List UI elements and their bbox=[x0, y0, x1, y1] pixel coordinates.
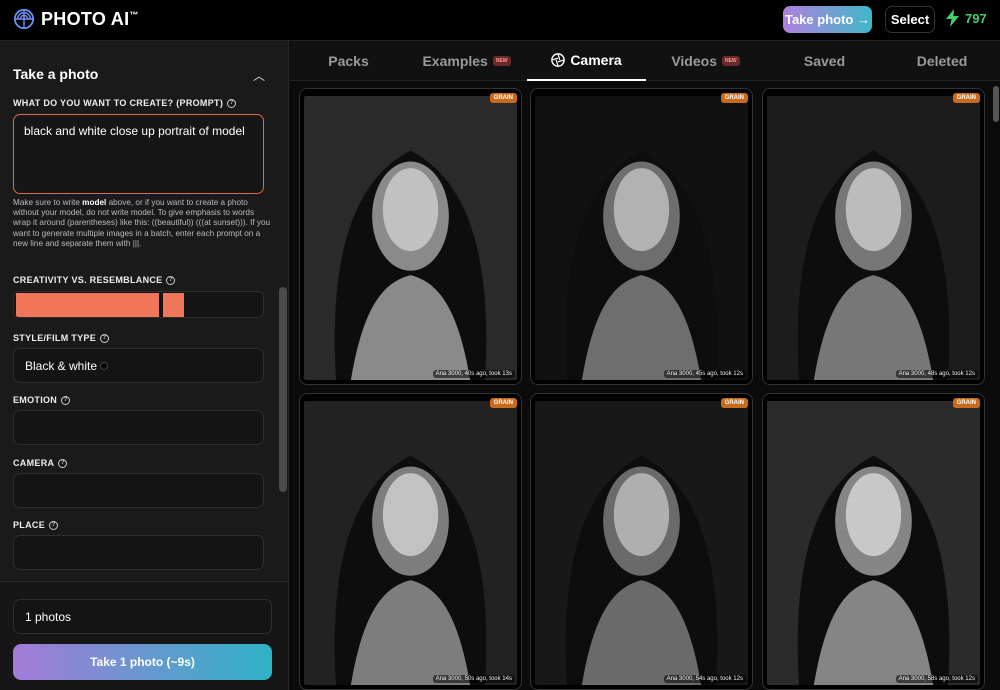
help-icon[interactable]: ? bbox=[227, 98, 237, 108]
style-select[interactable]: Black & white bbox=[13, 348, 264, 383]
slider-fill bbox=[16, 293, 159, 317]
style-label: STYLE/FILM TYPE? bbox=[13, 333, 110, 343]
help-icon[interactable]: ? bbox=[61, 395, 71, 405]
portrait-photo[interactable] bbox=[767, 401, 980, 685]
photo-meta: Ana 3000, 40s ago, took 13s bbox=[432, 370, 515, 378]
help-icon[interactable]: ? bbox=[49, 520, 59, 530]
camera-aperture-icon bbox=[551, 53, 566, 67]
photo-meta: Ana 3000, 58s ago, took 12s bbox=[895, 675, 978, 683]
photo-card[interactable]: GRAIN Ana 3000, 40s ago, took 13s bbox=[299, 88, 522, 385]
portrait-photo[interactable] bbox=[767, 96, 980, 380]
help-icon[interactable]: ? bbox=[166, 275, 176, 285]
prompt-label: WHAT DO YOU WANT TO CREATE? (PROMPT)? bbox=[13, 98, 237, 108]
credits-value: 797 bbox=[965, 10, 987, 26]
logo-text: PHOTO AI™ bbox=[41, 8, 139, 29]
chevron-up-icon[interactable]: ︿ bbox=[253, 67, 265, 84]
prompt-help-text: Make sure to write model above, or if yo… bbox=[13, 198, 271, 248]
camera-select[interactable] bbox=[13, 473, 264, 508]
grain-badge: GRAIN bbox=[952, 398, 980, 408]
logo[interactable]: PHOTO AI™ bbox=[13, 8, 139, 30]
tab-videos[interactable]: Videos NEW bbox=[646, 41, 765, 81]
new-badge: NEW bbox=[492, 56, 511, 66]
camera-label: CAMERA? bbox=[13, 458, 68, 468]
sidebar-scrollbar[interactable] bbox=[279, 287, 287, 492]
photo-card[interactable]: GRAIN Ana 3000, 54s ago, took 12s bbox=[530, 393, 753, 690]
emotion-select[interactable] bbox=[13, 410, 264, 445]
take-photo-header-button[interactable]: Take photo → bbox=[783, 6, 872, 33]
photo-count-select[interactable]: 1 photos bbox=[13, 599, 272, 634]
prompt-input[interactable]: black and white close up portrait of mod… bbox=[13, 114, 264, 194]
sidebar-footer: 1 photos Take 1 photo (~9s) bbox=[0, 581, 288, 690]
logo-icon bbox=[13, 8, 35, 30]
grain-badge: GRAIN bbox=[720, 398, 748, 408]
credits-counter[interactable]: 797 bbox=[946, 9, 987, 27]
tab-saved[interactable]: Saved bbox=[765, 41, 884, 81]
place-select[interactable] bbox=[13, 535, 264, 570]
grid-scrollbar[interactable] bbox=[993, 86, 999, 122]
portrait-photo[interactable] bbox=[535, 401, 748, 685]
sidebar: Take a photo ︿ WHAT DO YOU WANT TO CREAT… bbox=[0, 41, 289, 690]
portrait-image bbox=[535, 96, 748, 380]
creativity-slider[interactable] bbox=[13, 291, 264, 318]
black-circle-icon bbox=[100, 361, 109, 370]
slider-handle[interactable] bbox=[163, 293, 184, 317]
lightning-icon bbox=[946, 9, 959, 27]
photo-meta: Ana 3000, 45s ago, took 12s bbox=[663, 370, 746, 378]
portrait-photo[interactable] bbox=[304, 96, 517, 380]
portrait-photo[interactable] bbox=[304, 401, 517, 685]
grain-badge: GRAIN bbox=[952, 93, 980, 103]
tab-examples[interactable]: Examples NEW bbox=[407, 41, 526, 81]
emotion-label: EMOTION? bbox=[13, 395, 71, 405]
photo-card[interactable]: GRAIN Ana 3000, 48s ago, took 12s bbox=[762, 88, 985, 385]
top-bar: PHOTO AI™ Take photo → Select 797 bbox=[0, 0, 1000, 41]
place-label: PLACE? bbox=[13, 520, 59, 530]
photo-card[interactable]: GRAIN Ana 3000, 58s ago, took 12s bbox=[762, 393, 985, 690]
portrait-image bbox=[304, 401, 517, 685]
photo-meta: Ana 3000, 48s ago, took 12s bbox=[895, 370, 978, 378]
photo-meta: Ana 3000, 54s ago, took 12s bbox=[663, 675, 746, 683]
help-icon[interactable]: ? bbox=[100, 333, 110, 343]
portrait-photo[interactable] bbox=[535, 96, 748, 380]
portrait-image bbox=[767, 96, 980, 380]
section-title: Take a photo bbox=[13, 66, 99, 82]
portrait-image bbox=[767, 401, 980, 685]
grain-badge: GRAIN bbox=[720, 93, 748, 103]
tab-bar: Packs Examples NEW Camera Videos NEW Saved… bbox=[290, 41, 1000, 81]
grain-badge: GRAIN bbox=[489, 93, 517, 103]
photo-grid: GRAIN Ana 3000, 40s ago, took 13s GRAIN … bbox=[290, 82, 1000, 690]
portrait-image bbox=[304, 96, 517, 380]
help-icon[interactable]: ? bbox=[58, 458, 68, 468]
photo-card[interactable]: GRAIN Ana 3000, 45s ago, took 12s bbox=[530, 88, 753, 385]
take-photo-button[interactable]: Take 1 photo (~9s) bbox=[13, 644, 272, 680]
creativity-label: CREATIVITY VS. RESEMBLANCE? bbox=[13, 275, 176, 285]
tab-deleted[interactable]: Deleted bbox=[884, 41, 1000, 81]
new-badge: NEW bbox=[721, 56, 740, 66]
photo-meta: Ana 3000, 50s ago, took 14s bbox=[432, 675, 515, 683]
grain-badge: GRAIN bbox=[489, 398, 517, 408]
portrait-image bbox=[535, 401, 748, 685]
tab-camera[interactable]: Camera bbox=[527, 41, 646, 81]
select-button[interactable]: Select bbox=[885, 6, 935, 33]
photo-card[interactable]: GRAIN Ana 3000, 50s ago, took 14s bbox=[299, 393, 522, 690]
tab-packs[interactable]: Packs bbox=[290, 41, 407, 81]
